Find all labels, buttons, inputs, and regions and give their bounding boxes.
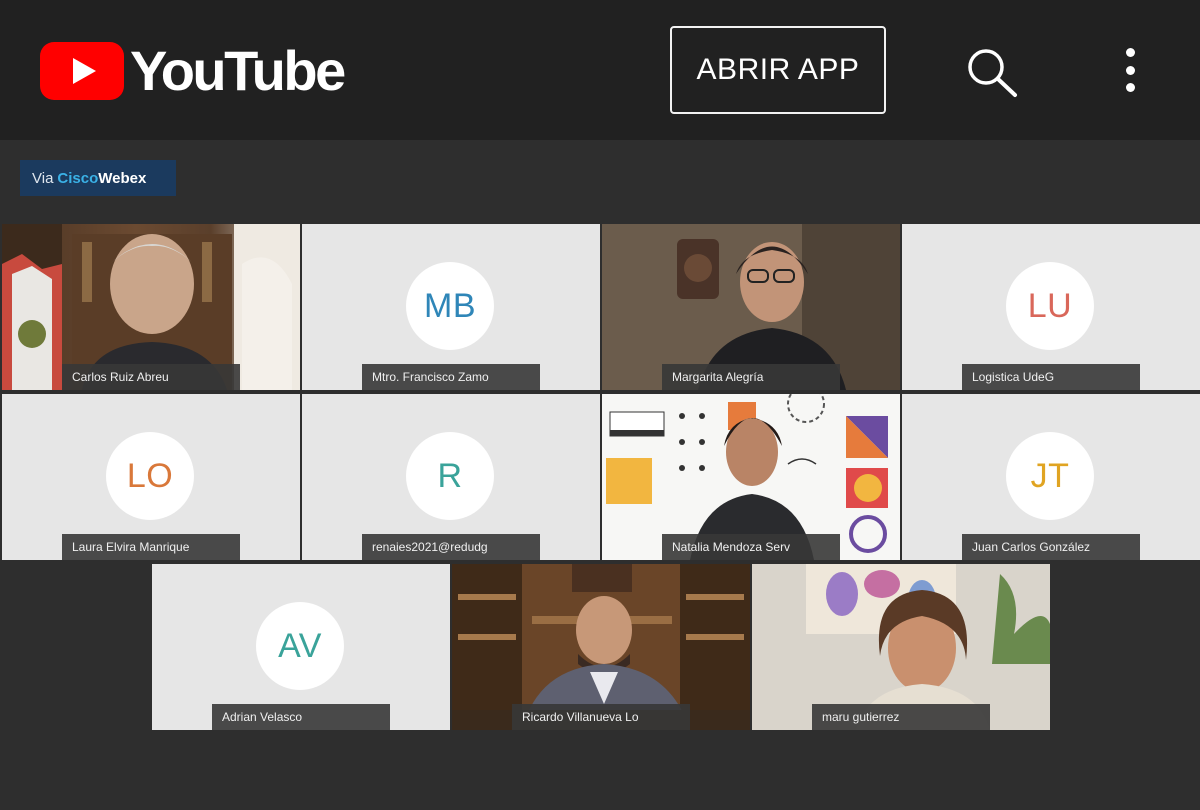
participant-name: Juan Carlos González (962, 534, 1140, 560)
video-stage[interactable]: Via Cisco Webex Carlos Ruiz Abreu MB Mtro… (0, 140, 1200, 810)
participant-avatar: LO (106, 432, 194, 520)
participant-name: Laura Elvira Manrique (62, 534, 240, 560)
participant-avatar: JT (1006, 432, 1094, 520)
via-brand-webex: Webex (98, 169, 147, 187)
participant-avatar: MB (406, 262, 494, 350)
youtube-play-icon (40, 42, 124, 100)
participant-tile-renaies[interactable]: R renaies2021@redudg (302, 394, 600, 560)
participant-name: maru gutierrez (812, 704, 990, 730)
youtube-logo[interactable]: YouTube (40, 39, 346, 102)
participant-tile-ricardo[interactable]: Ricardo Villanueva Lo (452, 564, 750, 730)
participant-tile-juan-carlos[interactable]: JT Juan Carlos González (902, 394, 1200, 560)
participant-tile-natalia[interactable]: Natalia Mendoza Serv (602, 394, 900, 560)
participant-tile-adrian[interactable]: AV Adrian Velasco (152, 564, 450, 730)
youtube-logo-text: YouTube (130, 39, 346, 102)
participant-name: Carlos Ruiz Abreu (62, 364, 240, 390)
participant-tile-maru[interactable]: maru gutierrez (752, 564, 1050, 730)
participant-tile-carlos[interactable]: Carlos Ruiz Abreu (2, 224, 300, 390)
participant-name: renaies2021@redudg (362, 534, 540, 560)
participant-name: Logistica UdeG (962, 364, 1140, 390)
open-app-button[interactable]: ABRIR APP (670, 26, 886, 114)
participant-name: Margarita Alegría (662, 364, 840, 390)
search-icon[interactable] (964, 46, 1020, 98)
participant-tile-margarita[interactable]: Margarita Alegría (602, 224, 900, 390)
participant-avatar: LU (1006, 262, 1094, 350)
via-brand-cisco: Cisco (57, 169, 99, 187)
participant-name: Mtro. Francisco Zamo (362, 364, 540, 390)
participant-tile-francisco[interactable]: MB Mtro. Francisco Zamo (302, 224, 600, 390)
participant-avatar: AV (256, 602, 344, 690)
participant-name: Natalia Mendoza Serv (662, 534, 840, 560)
participant-tile-logistica[interactable]: LU Logistica UdeG (902, 224, 1200, 390)
youtube-top-bar: YouTube ABRIR APP (0, 0, 1200, 140)
via-webex-badge: Via Cisco Webex (20, 160, 176, 196)
participant-name: Ricardo Villanueva Lo (512, 704, 690, 730)
participant-name: Adrian Velasco (212, 704, 390, 730)
participant-tile-laura[interactable]: LO Laura Elvira Manrique (2, 394, 300, 560)
more-vert-icon[interactable] (1116, 46, 1144, 94)
via-prefix: Via (32, 169, 54, 187)
participant-avatar: R (406, 432, 494, 520)
